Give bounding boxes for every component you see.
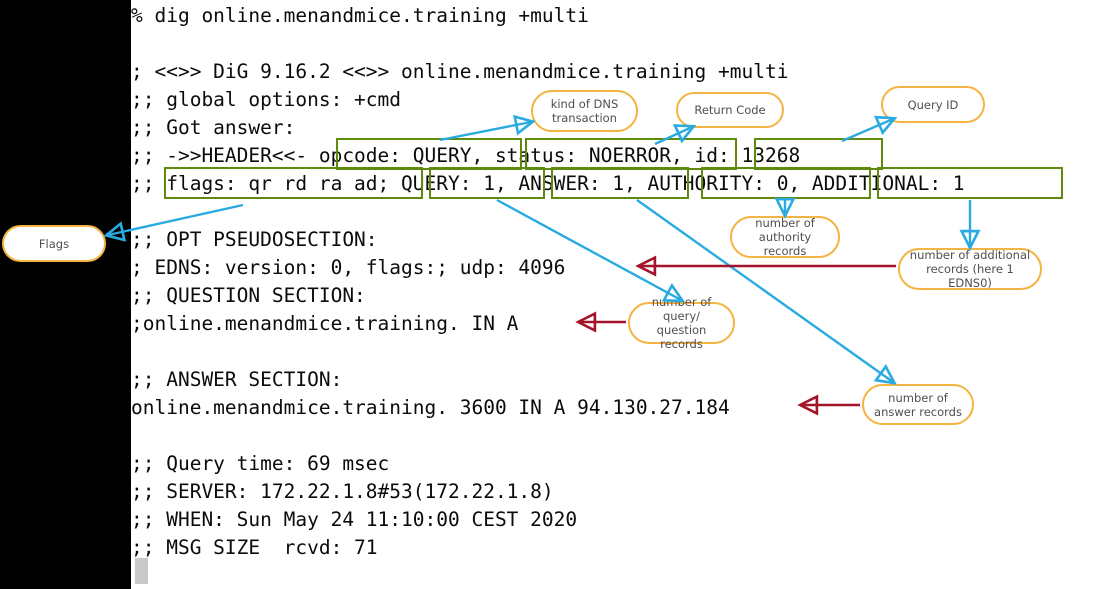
highlight-box-answer-count: [551, 167, 689, 199]
terminal-line: ;; WHEN: Sun May 24 11:10:00 CEST 2020: [131, 508, 578, 531]
callout-additional-records: number of additional records (here 1 EDN…: [898, 248, 1042, 290]
callout-answer-records: number of answer records: [862, 384, 974, 425]
terminal-line: ;; global options: +cmd: [131, 88, 402, 111]
terminal-line: ;; ANSWER SECTION:: [131, 368, 343, 391]
highlight-box-authority-count: [701, 167, 871, 199]
annotated-dig-screenshot: % dig online.menandmice.training +multi;…: [0, 0, 1113, 589]
terminal-line: ;; Got answer:: [131, 116, 296, 139]
highlight-box-status: [525, 138, 737, 170]
callout-query-id: Query ID: [881, 86, 985, 123]
terminal-line: % dig online.menandmice.training +multi: [131, 4, 589, 27]
terminal-line: ; EDNS: version: 0, flags:; udp: 4096: [131, 256, 566, 279]
terminal-line: ;; QUESTION SECTION:: [131, 284, 366, 307]
terminal-line: ;; OPT PSEUDOSECTION:: [131, 228, 378, 251]
highlight-box-flags: [164, 167, 423, 199]
terminal-line: ;; SERVER: 172.22.1.8#53(172.22.1.8): [131, 480, 554, 503]
terminal-line: online.menandmice.training. 3600 IN A 94…: [131, 396, 730, 419]
terminal-line: ; <<>> DiG 9.16.2 <<>> online.menandmice…: [131, 60, 789, 83]
highlight-box-additional-count: [877, 167, 1063, 199]
callout-flags: Flags: [2, 225, 106, 262]
terminal-line: ;; Query time: 69 msec: [131, 452, 390, 475]
callout-authority-records: number of authority records: [730, 216, 840, 258]
callout-question-records: number of query/ question records: [628, 295, 735, 351]
callout-return-code: Return Code: [676, 92, 784, 128]
terminal-line: ;online.menandmice.training. IN A: [131, 312, 519, 335]
left-black-gutter: [0, 0, 131, 589]
terminal-line: ;; MSG SIZE rcvd: 71: [131, 536, 378, 559]
highlight-box-id: [754, 138, 883, 170]
terminal-cursor: [135, 558, 148, 584]
callout-opcode: kind of DNS transaction: [531, 90, 638, 132]
highlight-box-opcode: [336, 138, 522, 170]
highlight-box-query-count: [429, 167, 545, 199]
